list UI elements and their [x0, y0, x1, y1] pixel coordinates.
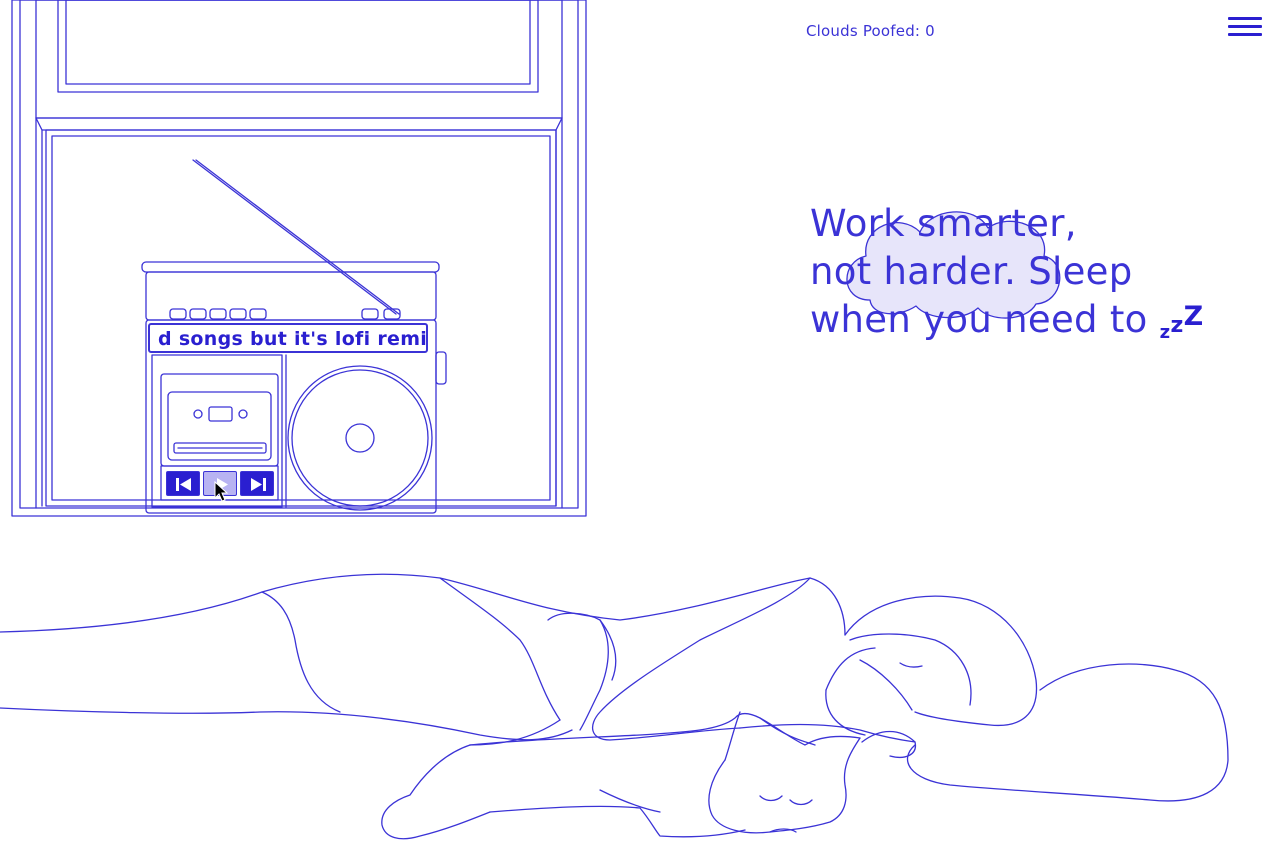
- z-small: z: [1159, 322, 1171, 343]
- pillow: [906, 663, 1229, 802]
- clouds-poofed-counter: Clouds Poofed: 0: [806, 22, 935, 40]
- skip-previous-icon: [176, 478, 191, 491]
- previous-track-button[interactable]: [166, 471, 200, 496]
- song-title-display: d songs but it's lofi remix: [148, 323, 428, 353]
- tagline-line-1: Work smarter,: [810, 202, 1077, 245]
- tagline: Work smarter, not harder. Sleep when you…: [810, 200, 1203, 351]
- tagline-line-2: not harder. Sleep: [810, 250, 1133, 293]
- mouse-cursor-icon: [214, 481, 229, 502]
- cat: [381, 711, 861, 840]
- song-title: d songs but it's lofi remix: [158, 328, 428, 350]
- hamburger-menu-icon: [1228, 17, 1262, 20]
- sleeping-woman: [0, 573, 1038, 758]
- window: [11, 0, 587, 517]
- sleep-zzz: zzZ: [1160, 296, 1204, 351]
- z-large: Z: [1183, 301, 1204, 332]
- z-medium: z: [1170, 313, 1184, 338]
- tagline-line-3: when you need to zzZ: [810, 296, 1203, 351]
- hamburger-menu-button[interactable]: [1228, 17, 1262, 41]
- skip-next-icon: [251, 478, 266, 491]
- next-track-button[interactable]: [240, 471, 274, 496]
- tagline-line-3-text: when you need to: [810, 298, 1148, 341]
- scene-illustration: [0, 0, 1229, 840]
